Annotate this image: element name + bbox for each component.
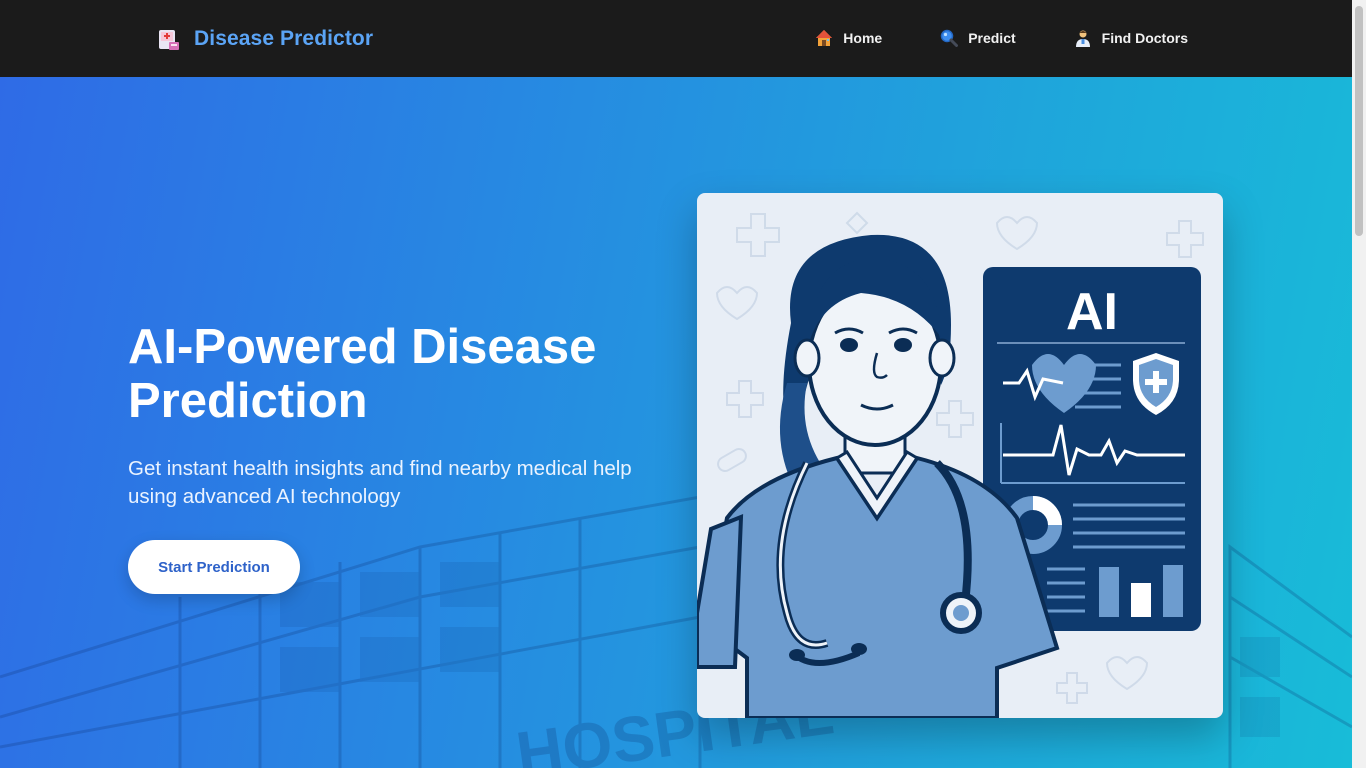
hero-title: AI-Powered Disease Prediction <box>128 320 597 428</box>
hero-subtitle: Get instant health insights and find nea… <box>128 457 632 508</box>
start-prediction-button[interactable]: Start Prediction <box>128 540 300 594</box>
magnifier-icon <box>940 29 959 47</box>
page-scrollbar[interactable] <box>1352 0 1366 768</box>
hero-section: HOSPITAL AI-Powered Disease Prediction G… <box>0 77 1352 768</box>
doctor-icon <box>1074 29 1092 47</box>
brand[interactable]: Disease Predictor <box>156 26 373 52</box>
nav-links: Home Predict Find Doctors <box>815 29 1188 47</box>
brand-title: Disease Predictor <box>194 27 374 50</box>
top-navbar: Disease Predictor Home Predict Find Doct… <box>0 0 1352 77</box>
scrollbar-thumb[interactable] <box>1355 6 1363 236</box>
nav-link-label: Find Doctors <box>1101 30 1188 46</box>
nav-link-predict[interactable]: Predict <box>940 29 1016 47</box>
nav-link-label: Home <box>843 30 883 46</box>
ai-panel-label: AI <box>1066 283 1118 341</box>
nav-link-find-doctors[interactable]: Find Doctors <box>1074 29 1188 47</box>
nav-link-home[interactable]: Home <box>815 29 882 47</box>
hero-illustration: AI <box>697 193 1223 718</box>
house-icon <box>815 29 833 47</box>
hospital-icon <box>156 26 182 52</box>
nav-link-label: Predict <box>968 30 1016 46</box>
